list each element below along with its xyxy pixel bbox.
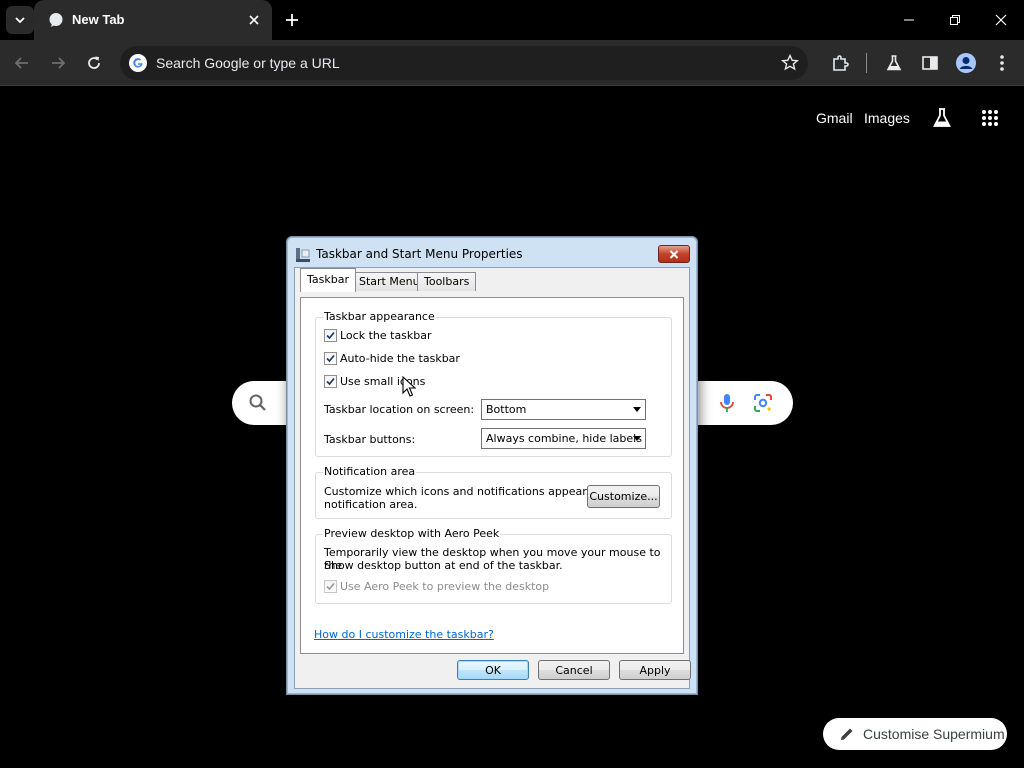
tab-start-menu[interactable]: Start Menu	[352, 272, 427, 291]
peek-description-line2: Show desktop button at end of the taskba…	[324, 559, 563, 572]
bookmark-star-icon[interactable]	[780, 53, 800, 73]
microphone-icon[interactable]	[716, 392, 738, 414]
flask-icon	[933, 108, 951, 127]
tab-title: New Tab	[72, 12, 125, 27]
apply-button[interactable]: Apply	[619, 660, 691, 680]
tab-strip: New Tab	[0, 0, 1024, 40]
group-title: Notification area	[323, 465, 417, 478]
browser-toolbar: Search Google or type a URL	[0, 40, 1024, 86]
omnibox-placeholder: Search Google or type a URL	[156, 55, 340, 71]
aero-peek-group: Preview desktop with Aero Peek Temporari…	[315, 527, 672, 604]
arrow-right-icon	[52, 57, 66, 69]
chevron-down-icon	[15, 17, 25, 24]
reload-icon	[88, 56, 100, 69]
side-panel-icon	[922, 56, 938, 70]
gmail-link[interactable]: Gmail	[816, 110, 853, 126]
dialog-body: Taskbar Start Menu Toolbars Taskbar appe…	[294, 267, 691, 689]
taskbar-location-select[interactable]: Bottom	[481, 399, 646, 420]
checkbox-box	[324, 352, 337, 365]
close-icon	[249, 15, 259, 25]
taskbar-appearance-group: Taskbar appearance Lock the taskbar Auto…	[315, 310, 672, 457]
menu-button[interactable]	[991, 52, 1013, 74]
close-icon	[995, 14, 1007, 26]
dropdown-arrow-icon	[633, 436, 641, 441]
location-label: Taskbar location on screen:	[324, 403, 475, 416]
notification-description-line1: Customize which icons and notifications …	[324, 485, 622, 498]
back-button[interactable]	[8, 49, 36, 77]
customize-button[interactable]: Customize...	[587, 485, 660, 508]
checkbox-label: Auto-hide the taskbar	[340, 352, 460, 365]
checkbox-label: Lock the taskbar	[340, 329, 432, 342]
dialog-close-button[interactable]	[658, 245, 690, 263]
customise-label: Customise Supermium	[863, 726, 1005, 742]
restore-button[interactable]	[932, 0, 978, 40]
select-value: Bottom	[486, 403, 527, 416]
dropdown-arrow-icon	[633, 407, 641, 412]
search-icon	[249, 394, 266, 411]
minimize-icon	[904, 19, 914, 21]
side-panel-button[interactable]	[919, 52, 941, 74]
ok-button[interactable]: OK	[457, 660, 529, 680]
images-link[interactable]: Images	[864, 110, 910, 126]
kebab-menu-icon	[1000, 55, 1004, 71]
profile-button[interactable]	[955, 52, 977, 74]
checkbox-box	[324, 329, 337, 342]
checkmark-icon	[326, 582, 335, 591]
flask-icon	[886, 55, 902, 71]
cancel-button[interactable]: Cancel	[538, 660, 610, 680]
apps-grid-icon	[982, 110, 998, 126]
buttons-label: Taskbar buttons:	[324, 433, 416, 446]
checkbox-label: Use Aero Peek to preview the desktop	[340, 580, 550, 593]
notification-description-line2: notification area.	[324, 498, 418, 511]
taskbar-tab-panel: Taskbar appearance Lock the taskbar Auto…	[300, 297, 684, 654]
checkmark-icon	[326, 354, 335, 363]
tab-new-tab[interactable]: New Tab	[34, 0, 272, 40]
tab-taskbar[interactable]: Taskbar	[300, 268, 356, 292]
group-title: Preview desktop with Aero Peek	[323, 527, 501, 540]
close-icon	[669, 249, 679, 259]
select-value: Always combine, hide labels	[486, 432, 642, 445]
chat-bubble-icon	[49, 13, 63, 27]
mouse-cursor-icon	[402, 376, 416, 397]
reload-button[interactable]	[80, 49, 108, 77]
tab-close-button[interactable]	[244, 10, 264, 30]
arrow-left-icon	[14, 57, 28, 69]
aero-peek-checkbox: Use Aero Peek to preview the desktop	[324, 580, 549, 593]
new-tab-button[interactable]	[280, 8, 304, 32]
dialog-title: Taskbar and Start Menu Properties	[316, 247, 523, 261]
restore-icon	[950, 15, 960, 25]
checkbox-box	[324, 375, 337, 388]
group-title: Taskbar appearance	[323, 310, 436, 323]
toolbar-separator	[866, 53, 867, 73]
customise-button[interactable]: Customise Supermium	[823, 718, 1007, 750]
google-icon	[129, 54, 147, 72]
taskbar-icon	[296, 248, 310, 262]
taskbar-properties-dialog: Taskbar and Start Menu Properties Taskba…	[286, 236, 698, 695]
labs-link[interactable]	[930, 106, 954, 130]
notification-area-group: Notification area Customize which icons …	[315, 465, 672, 519]
checkmark-icon	[326, 331, 335, 340]
taskbar-buttons-select[interactable]: Always combine, hide labels	[481, 428, 646, 449]
minimize-button[interactable]	[886, 0, 932, 40]
forward-button[interactable]	[44, 49, 72, 77]
window-close-button[interactable]	[978, 0, 1024, 40]
google-lens-icon[interactable]	[752, 392, 774, 414]
omnibox[interactable]: Search Google or type a URL	[120, 46, 808, 80]
checkmark-icon	[326, 377, 335, 386]
labs-button[interactable]	[883, 52, 905, 74]
google-apps-button[interactable]	[978, 106, 1002, 130]
help-link[interactable]: How do I customize the taskbar?	[314, 628, 494, 641]
autohide-taskbar-checkbox[interactable]: Auto-hide the taskbar	[324, 352, 460, 365]
pencil-icon	[841, 728, 853, 740]
plus-icon	[286, 14, 298, 26]
tab-search-button[interactable]	[6, 6, 34, 34]
tab-toolbars[interactable]: Toolbars	[417, 272, 477, 291]
puzzle-icon	[833, 55, 849, 71]
checkbox-box	[324, 580, 337, 593]
extensions-button[interactable]	[829, 52, 851, 74]
lock-taskbar-checkbox[interactable]: Lock the taskbar	[324, 329, 432, 342]
avatar-icon	[956, 53, 976, 73]
